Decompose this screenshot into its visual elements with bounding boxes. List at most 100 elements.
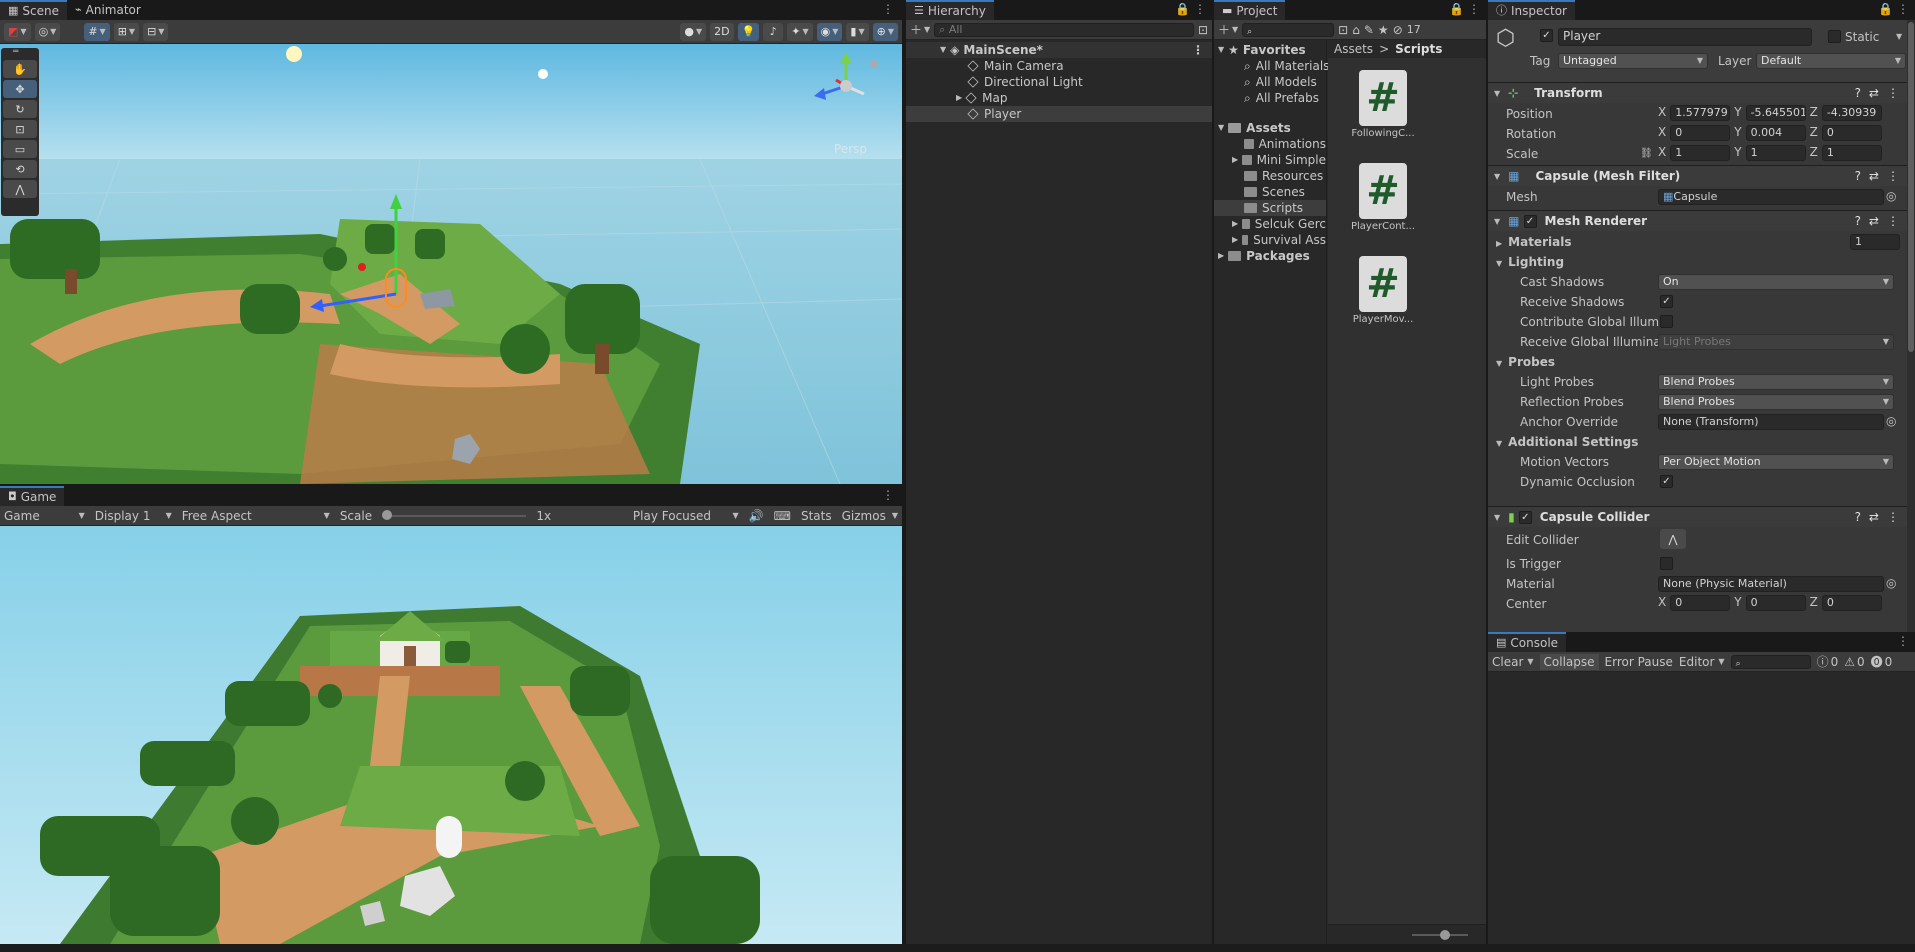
contribute-gi-checkbox[interactable]: [1660, 315, 1673, 328]
breadcrumb-assets[interactable]: Assets: [1334, 41, 1373, 57]
draw-mode-button[interactable]: ◩ ▼: [4, 22, 31, 41]
object-name-input[interactable]: Player: [1558, 28, 1812, 46]
search-by-label-icon[interactable]: ⌂: [1352, 23, 1360, 37]
object-picker-icon[interactable]: ◎: [1886, 189, 1896, 203]
motion-vectors-dropdown[interactable]: Per Object Motion ▼: [1658, 454, 1894, 470]
folder-selcuk[interactable]: ▶ Selcuk Gerc: [1214, 216, 1326, 232]
scale-z-input[interactable]: 1: [1821, 145, 1882, 161]
rotation-y-input[interactable]: 0.004: [1745, 125, 1806, 141]
rotate-tool-button[interactable]: ↻: [3, 100, 37, 118]
folder-survival[interactable]: ▶ Survival Ass: [1214, 232, 1326, 248]
rotation-z-input[interactable]: 0: [1821, 125, 1882, 141]
increment-snap-button[interactable]: ⊞ ▼: [113, 22, 140, 41]
light-probes-dropdown[interactable]: Blend Probes ▼: [1658, 374, 1894, 390]
materials-foldout[interactable]: ▶ Materials: [1496, 235, 1571, 249]
hidden-packages-icon[interactable]: ⊘: [1393, 23, 1403, 37]
shortcut-icon[interactable]: ⌨: [774, 509, 791, 523]
transform-header[interactable]: ▼ ⊹ Transform ?⇄⋮: [1488, 82, 1915, 103]
console-search-input[interactable]: ⌕: [1730, 654, 1811, 669]
capsule-collider-enabled-checkbox[interactable]: ✓: [1518, 510, 1532, 524]
scale-tool-button[interactable]: ⊡: [3, 120, 37, 138]
fav-all-materials[interactable]: ⌕ All Materials: [1214, 58, 1329, 74]
center-y-input[interactable]: 0: [1745, 595, 1806, 611]
scale-y-input[interactable]: 1: [1745, 145, 1806, 161]
position-x-input[interactable]: 1.577979: [1670, 105, 1731, 121]
tab-project[interactable]: ▬ Project: [1214, 0, 1286, 20]
effects-button[interactable]: ✦ ▼: [787, 22, 813, 41]
lighting-foldout[interactable]: ▼ Lighting: [1496, 255, 1564, 269]
move-tool-button[interactable]: ✥: [3, 80, 37, 98]
inspector-scrollbar[interactable]: [1907, 20, 1915, 632]
hierarchy-menu-icon[interactable]: ⋮: [1194, 2, 1206, 16]
probes-foldout[interactable]: ▼ Probes: [1496, 355, 1555, 369]
scene-viewport[interactable]: ═ ✋ ✥ ↻ ⊡ ▭ ⟲ ⋀ Persp: [0, 44, 902, 484]
tab-console[interactable]: ▤ Console: [1488, 632, 1567, 652]
folder-scenes[interactable]: Scenes: [1214, 184, 1326, 200]
console-menu-icon[interactable]: ⋮: [1897, 634, 1909, 648]
position-y-input[interactable]: -5.645501: [1745, 105, 1806, 121]
scene-menu-icon[interactable]: ⋮: [882, 2, 894, 16]
reflection-probes-dropdown[interactable]: Blend Probes ▼: [1658, 394, 1894, 410]
project-search-input[interactable]: ⌕: [1242, 22, 1335, 37]
file-player-controller[interactable]: # PlayerCont...: [1350, 163, 1416, 232]
fav-all-prefabs[interactable]: ⌕ All Prefabs: [1214, 90, 1326, 106]
game-menu-icon[interactable]: ⋮: [882, 488, 894, 502]
tag-icon[interactable]: ✎: [1364, 23, 1374, 37]
global-toggle-button[interactable]: ◎ ▼: [34, 22, 61, 41]
receive-shadows-checkbox[interactable]: ✓: [1660, 295, 1673, 308]
is-trigger-checkbox[interactable]: [1660, 557, 1673, 570]
component-actions-icon[interactable]: ?⇄⋮: [1855, 86, 1907, 100]
breadcrumb-scripts[interactable]: Scripts: [1395, 41, 1442, 57]
layer-dropdown[interactable]: Default ▼: [1756, 53, 1906, 69]
tab-animator[interactable]: ⌁ Animator: [67, 0, 149, 20]
hierarchy-item-main-camera[interactable]: Main Camera: [906, 58, 1212, 74]
create-button[interactable]: ＋ ▼: [910, 22, 930, 38]
scene-visibility-button[interactable]: ◉ ▼: [816, 22, 843, 41]
component-actions-icon[interactable]: ?⇄⋮: [1855, 214, 1907, 228]
scale-x-input[interactable]: 1: [1670, 145, 1731, 161]
project-menu-icon[interactable]: ⋮: [1468, 2, 1480, 16]
game-viewport[interactable]: [0, 526, 902, 944]
clear-button[interactable]: Clear ▼: [1492, 654, 1534, 670]
search-by-type-icon[interactable]: ⊡: [1338, 23, 1348, 37]
rotation-x-input[interactable]: 0: [1670, 125, 1731, 141]
game-mode-dropdown[interactable]: Game ▼: [4, 508, 85, 524]
audio-toggle-button[interactable]: ♪: [763, 22, 784, 41]
favorite-star-icon[interactable]: ★: [1378, 23, 1389, 37]
grid-snap-button[interactable]: # ▼: [84, 22, 110, 41]
icon-size-slider[interactable]: [1412, 930, 1468, 940]
constrain-scale-icon[interactable]: ⛓: [1640, 148, 1653, 159]
file-player-movement[interactable]: # PlayerMov...: [1350, 256, 1416, 325]
tab-hierarchy[interactable]: ☰ Hierarchy: [906, 0, 994, 20]
favorites-row[interactable]: ▼ ★ Favorites: [1214, 42, 1326, 58]
gizmos-dropdown[interactable]: Gizmos ▼: [842, 508, 898, 524]
object-picker-icon[interactable]: ◎: [1886, 576, 1896, 590]
tab-game[interactable]: ◘ Game: [0, 486, 65, 506]
error-count-toggle[interactable]: ⓿0: [1871, 654, 1893, 670]
active-checkbox[interactable]: ✓: [1540, 29, 1553, 42]
display-dropdown[interactable]: Display 1 ▼: [95, 508, 172, 524]
hierarchy-item-map[interactable]: ▶ Map: [906, 90, 1212, 106]
hierarchy-lock-icon[interactable]: 🔒: [1175, 2, 1190, 16]
additional-settings-foldout[interactable]: ▼ Additional Settings: [1496, 435, 1638, 449]
edit-collider-button[interactable]: ⋀: [1660, 529, 1686, 549]
capsule-collider-header[interactable]: ▼ ▮ ✓ Capsule Collider ?⇄⋮: [1488, 506, 1915, 527]
stats-button[interactable]: Stats: [801, 509, 832, 523]
mesh-renderer-header[interactable]: ▼ ▦ ✓ Mesh Renderer ?⇄⋮: [1488, 210, 1915, 231]
editor-dropdown[interactable]: Editor ▼: [1679, 654, 1725, 670]
physic-material-field[interactable]: None (Physic Material): [1658, 576, 1884, 592]
tab-scene[interactable]: ▦ Scene: [0, 0, 67, 20]
folder-scripts[interactable]: Scripts: [1214, 200, 1326, 216]
inspector-lock-icon[interactable]: 🔒: [1878, 2, 1893, 16]
2d-toggle-button[interactable]: 2D: [710, 22, 734, 41]
folder-mini-simple[interactable]: ▶ Mini Simple: [1214, 152, 1326, 168]
hierarchy-search-input[interactable]: ⌕ All: [934, 22, 1194, 37]
static-dropdown-icon[interactable]: ▼: [1896, 32, 1902, 41]
folder-animations[interactable]: Animations: [1214, 136, 1326, 152]
shading-mode-button[interactable]: ● ▼: [680, 22, 707, 41]
hand-tool-button[interactable]: ✋: [3, 60, 37, 78]
grid-visual-button[interactable]: ⊟ ▼: [143, 22, 169, 41]
scene-menu-icon[interactable]: ⋮: [1192, 42, 1204, 58]
scale-slider[interactable]: [382, 509, 527, 520]
aspect-dropdown[interactable]: Free Aspect ▼: [182, 508, 330, 524]
